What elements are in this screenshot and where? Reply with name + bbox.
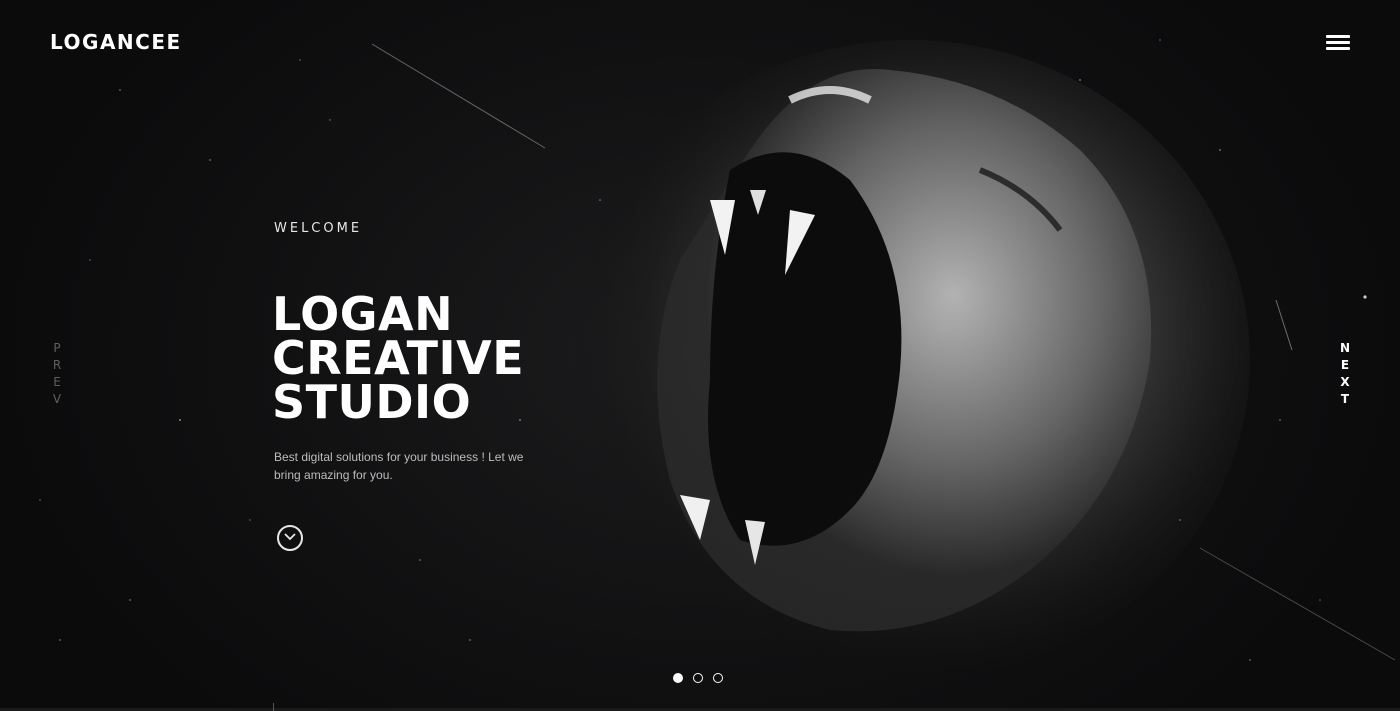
hero-title-line: LOGAN <box>272 287 454 341</box>
next-letter: E <box>1340 358 1350 372</box>
menu-line <box>1326 47 1350 50</box>
next-slide-button[interactable]: N E X T <box>1338 340 1352 408</box>
prev-letter: E <box>53 375 61 389</box>
menu-line <box>1326 41 1350 44</box>
hero-tagline: Best digital solutions for your business… <box>274 450 524 482</box>
prev-letter: R <box>52 358 62 372</box>
slider-dot[interactable] <box>693 673 703 683</box>
slider-dot[interactable] <box>713 673 723 683</box>
chevron-down-icon <box>284 533 296 541</box>
lion-illustration <box>570 40 1250 680</box>
prev-letter: P <box>53 341 61 355</box>
hamburger-menu-icon[interactable] <box>1326 34 1350 52</box>
hero-title: LOGAN CREATIVE STUDIO <box>272 287 525 429</box>
menu-line <box>1326 35 1350 38</box>
prev-letter: V <box>52 392 62 406</box>
hero-title-line: CREATIVE <box>272 331 525 385</box>
next-letter: N <box>1339 341 1351 355</box>
starfield-background <box>39 39 1396 661</box>
bottom-tick <box>273 703 274 711</box>
hero-title-line: STUDIO <box>272 375 472 429</box>
hero-kicker: WELCOME <box>274 221 363 236</box>
site-logo[interactable]: LOGANCEE <box>50 30 182 54</box>
scroll-down-button[interactable] <box>277 525 303 551</box>
next-letter: X <box>1340 375 1350 389</box>
slider-pagination <box>673 673 723 685</box>
prev-slide-button[interactable]: P R E V <box>50 340 64 408</box>
next-letter: T <box>1340 392 1350 406</box>
slider-dot[interactable] <box>673 673 683 683</box>
hero-section: LOGANCEE WELCOME LOGAN CREATIVE STUDIO B… <box>0 0 1400 711</box>
